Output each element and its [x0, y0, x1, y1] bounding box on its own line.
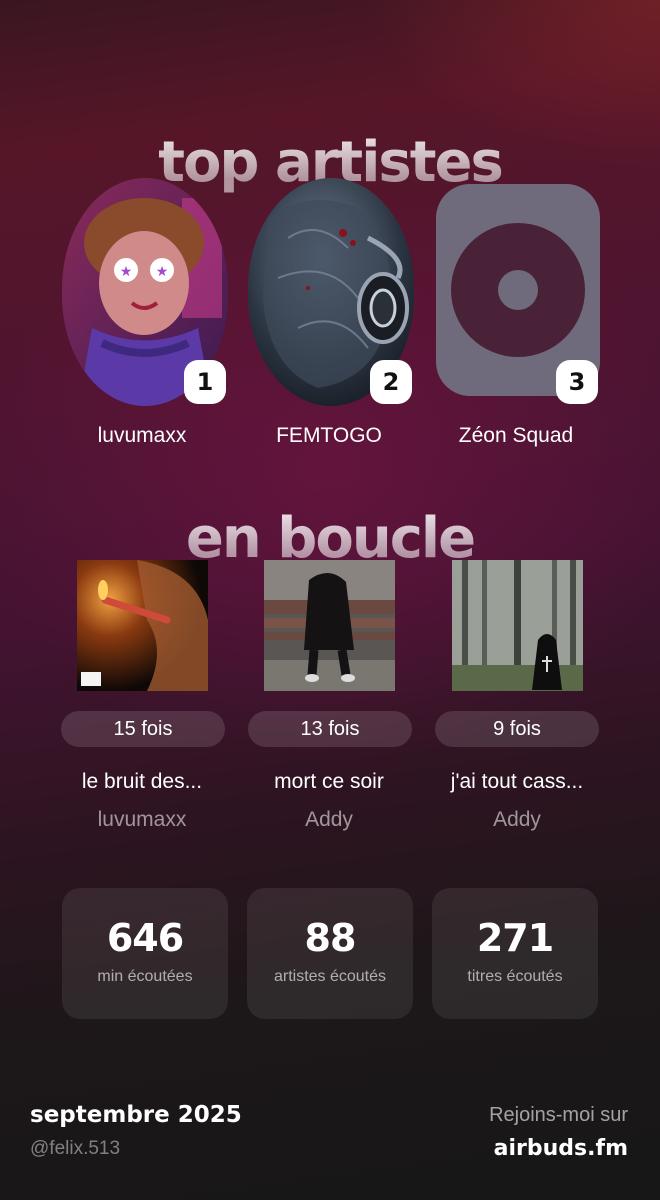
stat-label-minutes: min écoutées [97, 968, 193, 985]
track-artist-2[interactable]: Addy [234, 808, 424, 832]
track-artist-3[interactable]: Addy [422, 808, 612, 832]
track-cover-2[interactable] [264, 560, 395, 691]
track-title-3[interactable]: j'ai tout cass... [422, 770, 612, 794]
track-title-2[interactable]: mort ce soir [234, 770, 424, 794]
play-count-1: 15 fois [61, 711, 225, 747]
artist-card-3[interactable]: 3 [434, 178, 600, 410]
stat-card-tracks: 271 titres écoutés [432, 888, 598, 1019]
stat-label-artists: artistes écoutés [273, 968, 387, 985]
artist-card-2[interactable]: 2 [248, 178, 414, 410]
stat-value-tracks: 271 [476, 916, 554, 960]
play-count-2: 13 fois [248, 711, 412, 747]
artist-name-3[interactable]: Zéon Squad [416, 424, 616, 448]
stat-card-artists: 88 artistes écoutés [247, 888, 413, 1019]
track-artist-1[interactable]: luvumaxx [47, 808, 237, 832]
join-label: Rejoins-moi sur [489, 1104, 628, 1126]
rank-badge-1: 1 [184, 360, 226, 404]
artist-card-1[interactable]: ★ ★ 1 [62, 178, 228, 410]
stat-card-minutes: 646 min écoutées [62, 888, 228, 1019]
stat-value-minutes: 646 [106, 916, 184, 960]
artist-name-2[interactable]: FEMTOGO [229, 424, 429, 448]
svg-text:★: ★ [156, 264, 169, 280]
rank-badge-2: 2 [370, 360, 412, 404]
period-label: septembre 2025 [30, 1102, 242, 1128]
user-handle[interactable]: @felix.513 [30, 1138, 120, 1160]
svg-text:★: ★ [120, 264, 133, 280]
artist-name-1[interactable]: luvumaxx [42, 424, 242, 448]
play-count-3: 9 fois [435, 711, 599, 747]
site-link[interactable]: airbuds.fm [494, 1136, 628, 1161]
track-title-1[interactable]: le bruit des... [47, 770, 237, 794]
rank-badge-3: 3 [556, 360, 598, 404]
track-cover-1[interactable] [77, 560, 208, 691]
track-cover-3[interactable] [452, 560, 583, 691]
stat-label-tracks: titres écoutés [467, 968, 563, 985]
stat-value-artists: 88 [304, 916, 357, 960]
